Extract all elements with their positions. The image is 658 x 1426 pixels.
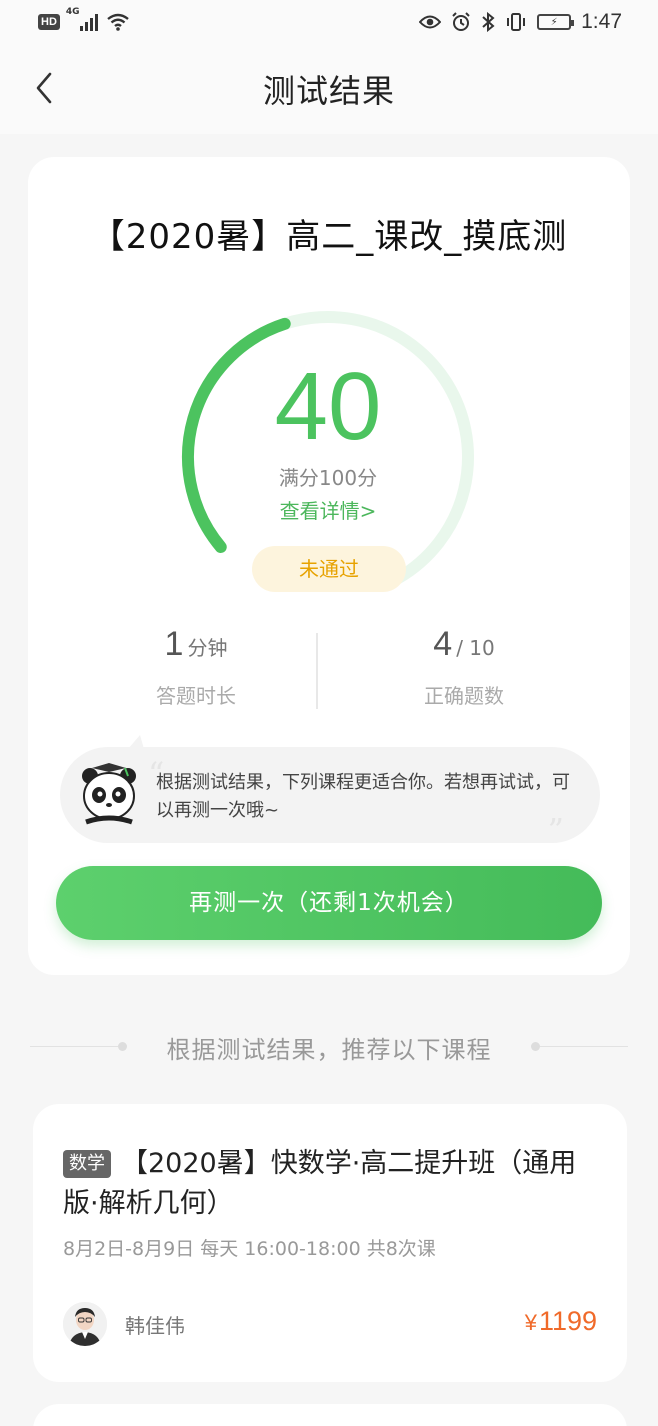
test-title: 【2020暑】高二_课改_摸底测 [90,217,568,257]
stat-divider [316,633,318,709]
course-schedule: 8月2日-8月9日 每天 16:00-18:00 共8次课 [63,1238,436,1260]
view-details-link[interactable]: 查看详情> [178,495,478,524]
currency-symbol: ¥ [524,1310,537,1335]
wifi-icon [107,13,129,31]
nav-bar: 测试结果 [0,46,658,134]
correct-stat: 4/ 10 正确题数 [344,625,584,709]
status-bar: HD 4G ⚡ 1:47 [0,0,658,46]
bluetooth-icon [482,12,495,32]
course-title-text: 【2020暑】快数学·高二提升班（通用版·解析几何） [63,1148,577,1219]
correct-label: 正确题数 [424,684,504,708]
hd-badge: HD [38,14,60,30]
correct-total: / 10 [456,636,495,660]
battery-icon: ⚡ [537,14,575,30]
eye-icon [419,15,442,29]
time-label: 答题时长 [156,684,236,708]
status-badge: 未通过 [252,546,406,592]
alarm-icon [452,12,470,31]
vibrate-icon [507,13,526,31]
teacher-avatar [63,1302,107,1346]
course-card-next[interactable] [33,1404,627,1426]
tip-text: 根据测试结果，下列课程更适合你。若想再试试，可以再测一次哦~ [156,772,570,821]
quote-close-icon: ” [547,811,564,849]
time-stat: 1 分钟 答题时长 [76,625,316,709]
correct-value: 4 [433,625,453,663]
course-price: ¥1199 [525,1306,597,1337]
time-unit: 分钟 [187,636,228,660]
signal-icon: 4G [66,7,98,31]
recommend-heading: 根据测试结果，推荐以下课程 [166,1036,492,1064]
score-value: 40 [274,353,382,460]
retry-button[interactable]: 再测一次（还剩1次机会） [56,866,602,940]
course-card[interactable]: 数学 【2020暑】快数学·高二提升班（通用版·解析几何） 8月2日-8月9日 每… [33,1104,627,1382]
teacher-name: 韩佳伟 [125,1314,185,1338]
result-card: 【2020暑】高二_课改_摸底测 40 满分100分 查看详情> 未通过 1 分钟… [28,157,630,975]
panda-mascot-icon [82,763,136,825]
time-value: 1 [164,625,184,663]
clock: 1:47 [581,10,622,33]
page-title: 测试结果 [262,72,395,110]
full-score-label: 满分100分 [278,466,378,490]
tip-bubble: “ 根据测试结果，下列课程更适合你。若想再试试，可以再测一次哦~ ” [60,735,600,849]
subject-tag: 数学 [63,1150,111,1178]
recommend-divider: 根据测试结果，推荐以下课程 [0,1026,658,1066]
price-value: 1199 [538,1306,597,1336]
course-title: 数学 【2020暑】快数学·高二提升班（通用版·解析几何） [63,1144,603,1224]
